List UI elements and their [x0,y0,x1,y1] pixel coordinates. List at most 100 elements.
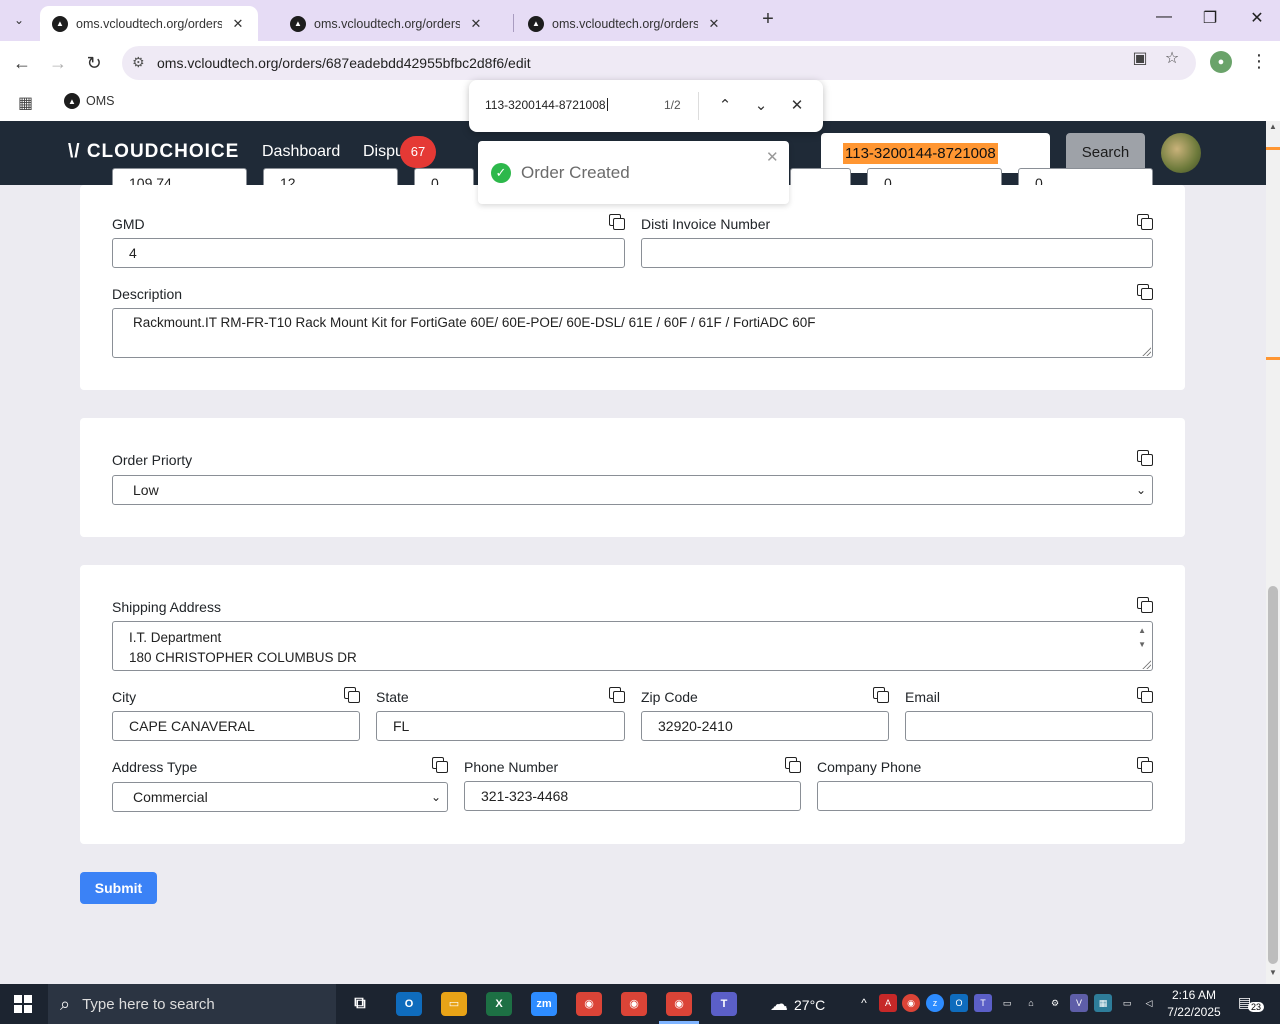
volume-icon[interactable]: ◁ [1140,994,1158,1012]
copy-icon[interactable] [785,757,801,773]
weather-widget[interactable]: ☁ 27°C [770,994,825,1015]
display-icon[interactable]: ▭ [998,994,1016,1012]
email-input[interactable] [905,711,1153,741]
email-label: Email [905,689,941,705]
scroll-down-icon[interactable]: ▼ [1266,968,1280,977]
taskbar-clock[interactable]: 2:16 AM 7/22/2025 [1160,987,1228,1021]
user-avatar[interactable] [1161,133,1201,173]
description-textarea[interactable]: Rackmount.IT RM-FR-T10 Rack Mount Kit fo… [112,308,1153,358]
copy-icon[interactable] [1137,757,1153,773]
restore-icon[interactable]: ❐ [1198,8,1222,28]
company-phone-input[interactable] [817,781,1153,811]
zoom-icon[interactable]: zm [531,992,557,1016]
toast-close-icon[interactable]: ✕ [766,148,779,166]
disti-invoice-input[interactable] [641,238,1153,268]
apps-grid-icon[interactable]: ▦ [18,93,33,113]
phone-number-input[interactable]: 321-323-4468 [464,781,801,811]
copy-icon[interactable] [609,214,625,230]
address-type-label: Address Type [112,759,198,775]
chrome-icon[interactable]: ◉ [666,992,692,1016]
tab-orders-3[interactable]: ▲ oms.vcloudtech.org/orders/686 ✕ [516,6,734,41]
nav-disputes[interactable]: Dispu [363,143,404,161]
textarea-scroll-arrows-icon[interactable]: ▲ ▼ [1138,624,1146,652]
weather-temp: 27°C [794,996,826,1013]
tab-title: oms.vcloudtech.org/orders/687 [314,16,460,31]
wifi-icon[interactable]: ▭ [1118,994,1136,1012]
acrobat-icon[interactable]: A [879,994,897,1012]
find-previous-icon[interactable]: ⌃ [713,94,737,118]
state-input[interactable]: FL [376,711,625,741]
chevron-down-icon: ⌄ [1135,483,1146,497]
search-icon: ⌕ [60,993,71,1014]
order-priority-select[interactable]: Low ⌄ [112,475,1153,505]
copy-icon[interactable] [1137,597,1153,613]
scroll-thumb[interactable] [1268,586,1278,964]
shipping-address-textarea[interactable]: I.T. Department 180 CHRISTOPHER COLUMBUS… [112,621,1153,671]
notification-center-icon[interactable]: ▤ 23 [1238,994,1265,1012]
menu-kebab-icon[interactable]: ⋮ [1250,51,1268,72]
close-tab-icon[interactable]: ✕ [706,16,722,32]
reload-icon[interactable]: ↻ [82,51,106,75]
tab-search-icon[interactable]: ⌄ [6,8,32,32]
address-type-value: Commercial [133,789,208,805]
copy-icon[interactable] [432,757,448,773]
site-info-icon[interactable]: ⚙ [132,54,145,71]
find-input[interactable]: 113-3200144-8721008 [485,98,608,112]
scroll-up-icon[interactable]: ▲ [1266,122,1280,131]
excel-icon[interactable]: X [486,992,512,1016]
new-tab-icon[interactable]: + [758,8,778,31]
description-label: Description [112,286,183,302]
copy-icon[interactable] [609,687,625,703]
tab-orders-2[interactable]: ▲ oms.vcloudtech.org/orders/687 ✕ [278,6,496,41]
close-tab-icon[interactable]: ✕ [230,16,246,32]
taskbar-search[interactable]: ⌕ Type here to search [48,984,336,1024]
find-next-icon[interactable]: ⌄ [749,94,773,118]
security-icon[interactable]: ⚙ [1046,994,1064,1012]
outlook-icon[interactable]: O [396,992,422,1016]
tab-orders-1[interactable]: ▲ oms.vcloudtech.org/orders/687 ✕ [40,6,258,41]
zoom-tray-icon[interactable]: z [926,994,944,1012]
close-window-icon[interactable]: ✕ [1245,8,1269,28]
windows-start-icon[interactable] [14,995,32,1013]
chrome-tray-icon[interactable]: ◉ [902,994,920,1012]
network-icon[interactable]: ⌂ [1022,994,1040,1012]
tray-chevron-up-icon[interactable]: ^ [855,994,873,1012]
vpn-icon[interactable]: V [1070,994,1088,1012]
address-bar[interactable]: ⚙ oms.vcloudtech.org/orders/687eadebdd42… [122,46,1196,80]
gmd-input[interactable]: 4 [112,238,625,268]
bookmark-oms[interactable]: ▲ OMS [64,93,114,109]
bookmark-star-icon[interactable]: ☆ [1162,48,1182,68]
teams-icon[interactable]: T [711,992,737,1016]
close-tab-icon[interactable]: ✕ [468,16,484,32]
copy-icon[interactable] [1137,214,1153,230]
search-value-highlight: 113-3200144-8721008 [843,142,998,164]
back-icon[interactable]: ← [10,51,34,75]
forward-icon[interactable]: → [46,51,70,75]
chrome-icon[interactable]: ◉ [576,992,602,1016]
teams-tray-icon[interactable]: T [974,994,992,1012]
chrome-icon[interactable]: ◉ [621,992,647,1016]
copy-icon[interactable] [1137,450,1153,466]
city-input[interactable]: CAPE CANAVERAL [112,711,360,741]
task-view-icon[interactable]: ⧉ [347,992,373,1016]
zip-code-input[interactable]: 32920-2410 [641,711,889,741]
find-close-icon[interactable]: ✕ [785,94,809,118]
copy-icon[interactable] [1137,284,1153,300]
address-type-select[interactable]: Commercial ⌄ [112,782,448,812]
nav-dashboard[interactable]: Dashboard [262,143,340,161]
resize-handle-icon[interactable] [1141,346,1151,356]
copy-icon[interactable] [873,687,889,703]
outlook-tray-icon[interactable]: O [950,994,968,1012]
profile-avatar-icon[interactable]: ● [1210,51,1232,73]
minimize-icon[interactable]: — [1152,8,1176,26]
file-explorer-icon[interactable]: ▭ [441,992,467,1016]
page-find-icon[interactable]: ▣ [1130,48,1150,68]
resize-handle-icon[interactable] [1141,659,1151,669]
search-button[interactable]: Search [1066,133,1145,173]
order-search-input[interactable]: 113-3200144-8721008 [821,133,1050,173]
app-tray-icon[interactable]: ▦ [1094,994,1112,1012]
cloudchoice-logo[interactable]: \/ CLOUDCHOICE [68,141,239,163]
copy-icon[interactable] [1137,687,1153,703]
copy-icon[interactable] [344,687,360,703]
submit-button[interactable]: Submit [80,872,157,904]
